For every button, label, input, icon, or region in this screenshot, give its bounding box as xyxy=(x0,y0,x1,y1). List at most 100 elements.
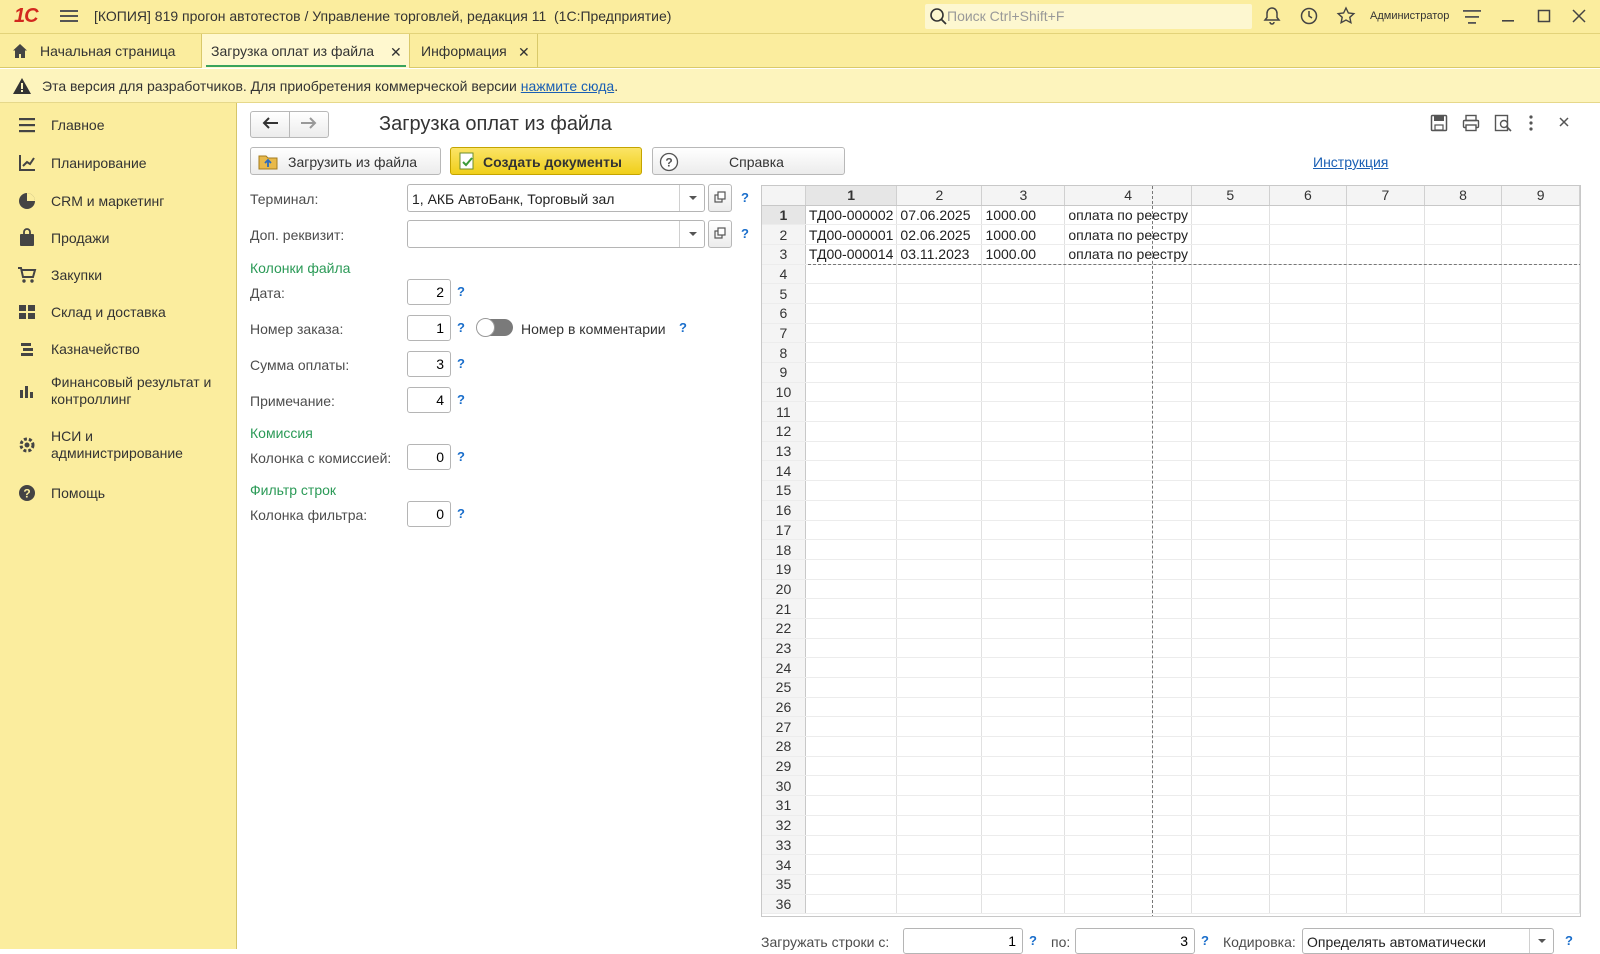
sheet-cell[interactable] xyxy=(1346,441,1425,462)
sheet-cell[interactable] xyxy=(981,736,1066,757)
sheet-cell[interactable] xyxy=(1269,736,1348,757)
sheet-cell[interactable] xyxy=(1269,500,1348,521)
buy-link[interactable]: нажмите сюда xyxy=(521,78,614,94)
load-from-file-button[interactable]: Загрузить из файла xyxy=(250,147,441,175)
sheet-cell[interactable] xyxy=(981,362,1066,383)
sheet-cell[interactable] xyxy=(1424,638,1503,659)
sheet-cell[interactable] xyxy=(805,598,898,619)
tab-info[interactable]: Информация ✕ xyxy=(410,34,538,68)
sidebar-item-crm[interactable]: CRM и маркетинг xyxy=(0,187,236,215)
sheet-cell[interactable] xyxy=(1191,539,1270,560)
sheet-cell[interactable] xyxy=(1424,657,1503,678)
sheet-cell[interactable] xyxy=(1269,638,1348,659)
sheet-cell[interactable] xyxy=(896,323,983,344)
sheet-cell[interactable] xyxy=(1064,618,1192,639)
sheet-cell[interactable] xyxy=(1346,205,1425,226)
row-header[interactable]: 28 xyxy=(762,736,806,757)
row-header[interactable]: 24 xyxy=(762,657,806,678)
sheet-cell[interactable]: 1000.00 xyxy=(981,224,1066,245)
preview-icon[interactable] xyxy=(1494,114,1512,135)
row-header[interactable]: 9 xyxy=(762,362,806,383)
sheet-cell[interactable] xyxy=(1269,756,1348,777)
row-header[interactable]: 25 xyxy=(762,677,806,698)
sheet-cell[interactable] xyxy=(1424,618,1503,639)
sheet-cell[interactable] xyxy=(1269,894,1348,915)
sheet-cell[interactable] xyxy=(805,795,898,816)
sheet-cell[interactable] xyxy=(1064,362,1192,383)
sheet-cell[interactable] xyxy=(1424,421,1503,442)
sheet-cell[interactable]: ТД00-000014 xyxy=(805,244,898,265)
star-icon[interactable] xyxy=(1336,6,1356,29)
rows-to-input[interactable] xyxy=(1075,928,1195,954)
sheet-cell[interactable] xyxy=(896,342,983,363)
sheet-cell[interactable] xyxy=(805,854,898,875)
sheet-cell[interactable] xyxy=(1501,539,1580,560)
sheet-cell[interactable] xyxy=(1191,697,1270,718)
sheet-cell[interactable] xyxy=(1424,323,1503,344)
sheet-cell[interactable] xyxy=(1191,244,1270,265)
sheet-cell[interactable] xyxy=(1191,224,1270,245)
sheet-cell[interactable] xyxy=(1269,342,1348,363)
sidebar-item-planning[interactable]: Планирование xyxy=(0,149,236,177)
sheet-cell[interactable] xyxy=(1346,421,1425,442)
chevron-down-icon[interactable] xyxy=(679,221,705,247)
sheet-cell[interactable] xyxy=(1424,815,1503,836)
row-header[interactable]: 5 xyxy=(762,283,806,304)
sheet-cell[interactable] xyxy=(1269,697,1348,718)
sheet-cell[interactable] xyxy=(1424,401,1503,423)
sheet-cell[interactable] xyxy=(1191,264,1270,285)
sheet-cell[interactable]: 1000.00 xyxy=(981,205,1066,226)
commission-column-input[interactable] xyxy=(407,444,451,470)
sheet-cell[interactable] xyxy=(805,677,898,698)
rows-to-help[interactable]: ? xyxy=(1201,933,1209,948)
sheet-cell[interactable] xyxy=(1346,401,1425,423)
sheet-cell[interactable] xyxy=(981,264,1066,285)
sheet-cell[interactable] xyxy=(1064,579,1192,600)
row-header[interactable]: 29 xyxy=(762,756,806,777)
sheet-cell[interactable] xyxy=(981,854,1066,875)
maximize-icon[interactable] xyxy=(1536,8,1552,27)
tab-payments-import[interactable]: Загрузка оплат из файла ✕ xyxy=(202,34,410,68)
sheet-cell[interactable] xyxy=(805,520,898,541)
sheet-cell[interactable] xyxy=(1269,677,1348,698)
sheet-cell[interactable] xyxy=(1424,441,1503,462)
sheet-cell[interactable] xyxy=(1191,874,1270,895)
sheet-cell[interactable] xyxy=(1346,303,1425,324)
sheet-cell[interactable] xyxy=(1269,854,1348,875)
sheet-cell[interactable] xyxy=(805,460,898,482)
sheet-cell[interactable] xyxy=(1424,362,1503,383)
extra-field[interactable] xyxy=(407,220,705,248)
row-header[interactable]: 8 xyxy=(762,342,806,363)
column-header[interactable]: 5 xyxy=(1191,186,1270,206)
sheet-cell[interactable] xyxy=(805,697,898,718)
sheet-cell[interactable] xyxy=(1501,835,1580,856)
sheet-cell[interactable] xyxy=(1501,795,1580,816)
sheet-cell[interactable] xyxy=(1501,264,1580,285)
sheet-cell[interactable] xyxy=(805,264,898,285)
sheet-cell[interactable] xyxy=(1501,638,1580,659)
row-header[interactable]: 1 xyxy=(762,205,806,226)
sheet-cell[interactable] xyxy=(1064,500,1192,521)
sheet-cell[interactable] xyxy=(1346,539,1425,560)
sheet-cell[interactable] xyxy=(1191,441,1270,462)
sheet-cell[interactable] xyxy=(1424,697,1503,718)
column-header[interactable]: 3 xyxy=(981,186,1066,206)
rows-from-input[interactable] xyxy=(903,928,1023,954)
terminal-help[interactable]: ? xyxy=(741,190,749,205)
sheet-cell[interactable] xyxy=(1064,894,1192,915)
sheet-cell[interactable] xyxy=(981,677,1066,698)
sheet-cell[interactable] xyxy=(1346,835,1425,856)
row-header[interactable]: 3 xyxy=(762,244,806,265)
sheet-cell[interactable] xyxy=(1501,480,1580,501)
row-header[interactable]: 26 xyxy=(762,697,806,718)
sheet-cell[interactable] xyxy=(1269,598,1348,619)
sheet-cell[interactable] xyxy=(981,775,1066,797)
sheet-cell[interactable] xyxy=(805,342,898,363)
sheet-cell[interactable] xyxy=(1064,854,1192,875)
sheet-cell[interactable]: 1000.00 xyxy=(981,244,1066,265)
sheet-cell[interactable] xyxy=(1424,539,1503,560)
sheet-cell[interactable] xyxy=(805,441,898,462)
sheet-cell[interactable] xyxy=(1501,401,1580,423)
sidebar-item-sales[interactable]: Продажи xyxy=(0,224,236,252)
sheet-cell[interactable] xyxy=(1064,559,1192,580)
